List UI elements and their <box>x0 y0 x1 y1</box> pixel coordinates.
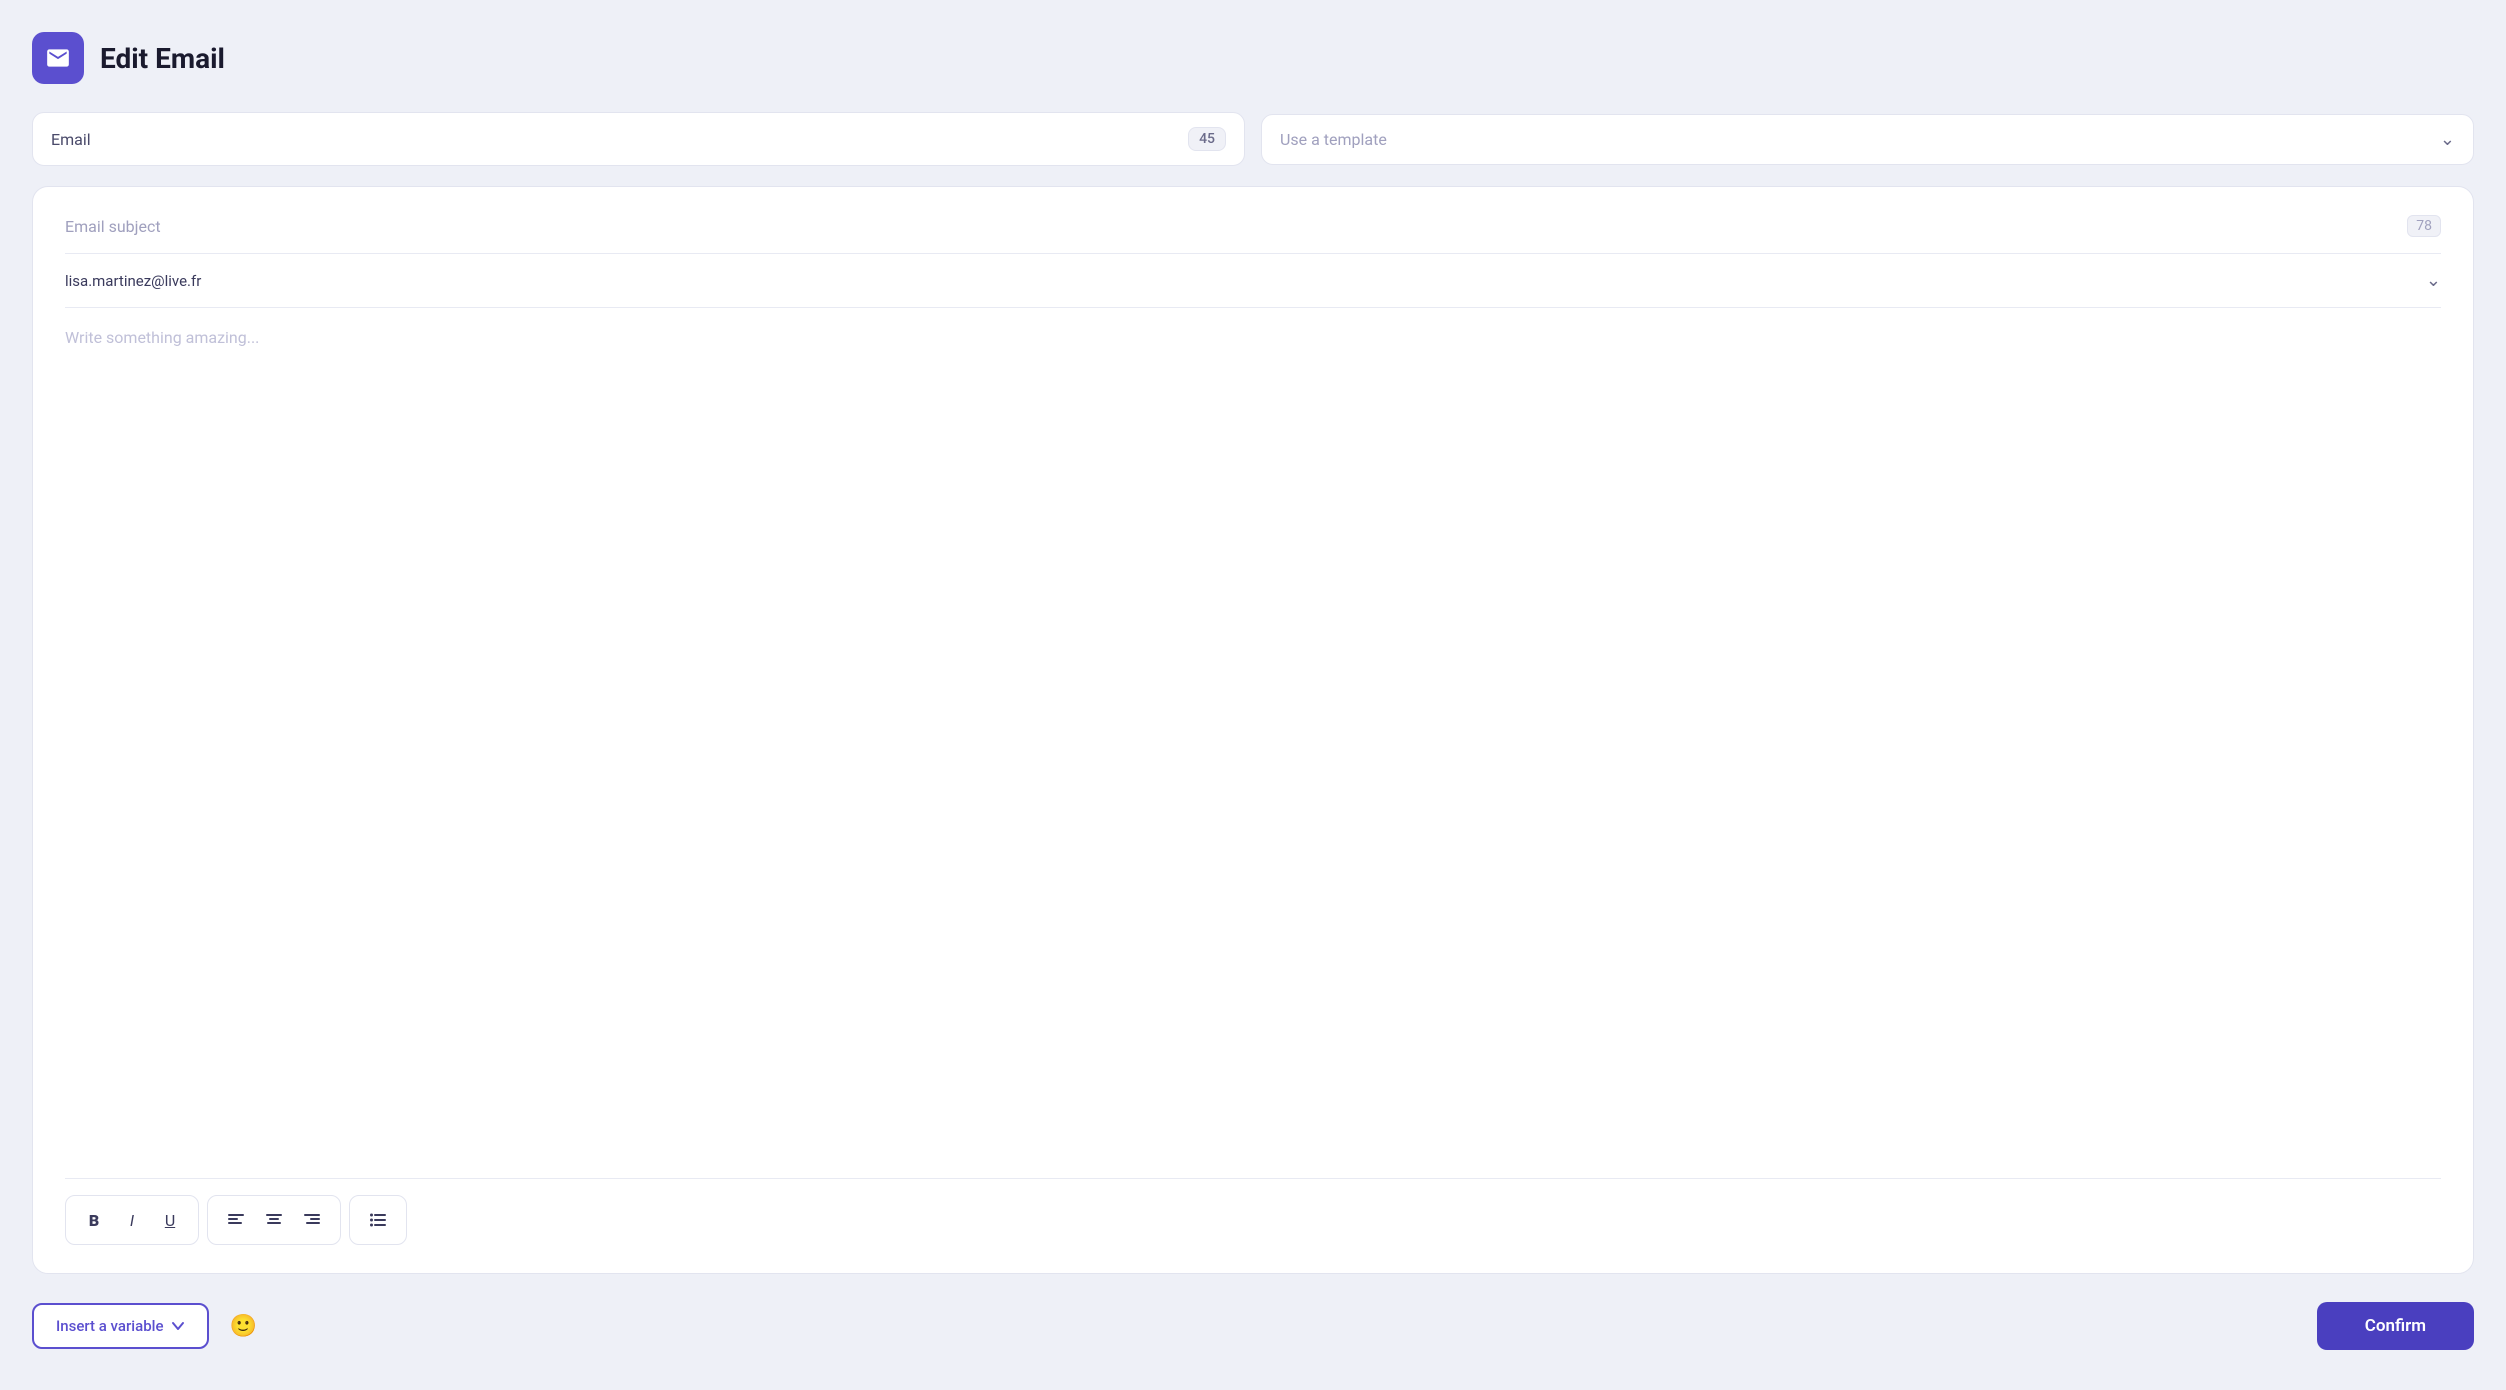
email-count-badge: 45 <box>1188 127 1226 151</box>
editor-card: Email subject 78 lisa.martinez@live.fr ⌄… <box>32 186 2474 1274</box>
list-button[interactable] <box>360 1202 396 1238</box>
emoji-icon: 🙂 <box>230 1314 257 1339</box>
body-placeholder-text: Write something amazing... <box>65 328 259 347</box>
subject-row: Email subject 78 <box>65 215 2441 254</box>
insert-variable-button[interactable]: Insert a variable <box>32 1303 209 1349</box>
align-right-button[interactable] <box>294 1202 330 1238</box>
subject-count: 78 <box>2407 215 2441 237</box>
align-right-icon <box>303 1211 321 1229</box>
bottom-left-actions: Insert a variable 🙂 <box>32 1303 265 1349</box>
recipient-chevron-icon[interactable]: ⌄ <box>2426 270 2441 291</box>
chevron-down-icon: ⌄ <box>2440 129 2455 150</box>
email-label: Email <box>51 130 91 149</box>
confirm-button[interactable]: Confirm <box>2317 1302 2474 1350</box>
email-body-area[interactable]: Write something amazing... <box>65 308 2441 1178</box>
text-format-group: B I U <box>65 1195 199 1245</box>
email-icon <box>45 45 71 71</box>
underline-button[interactable]: U <box>152 1202 188 1238</box>
email-input-wrapper[interactable]: Email 45 <box>32 112 1245 166</box>
align-left-icon <box>227 1211 245 1229</box>
page-header: Edit Email <box>32 32 2474 84</box>
alignment-group <box>207 1195 341 1245</box>
align-left-button[interactable] <box>218 1202 254 1238</box>
emoji-button[interactable]: 🙂 <box>221 1304 265 1348</box>
template-select[interactable]: Use a template ⌄ <box>1261 114 2474 165</box>
bold-button[interactable]: B <box>76 1202 112 1238</box>
recipient-row: lisa.martinez@live.fr ⌄ <box>65 254 2441 308</box>
align-center-button[interactable] <box>256 1202 292 1238</box>
editor-toolbar: B I U <box>65 1178 2441 1245</box>
bottom-bar: Insert a variable 🙂 Confirm <box>32 1294 2474 1358</box>
align-center-icon <box>265 1211 283 1229</box>
chevron-down-small-icon <box>171 1319 185 1333</box>
header-email-icon <box>32 32 84 84</box>
italic-button[interactable]: I <box>114 1202 150 1238</box>
insert-variable-label: Insert a variable <box>56 1317 163 1335</box>
recipient-email: lisa.martinez@live.fr <box>65 272 201 290</box>
template-placeholder-text: Use a template <box>1280 130 1387 149</box>
list-group <box>349 1195 407 1245</box>
subject-placeholder[interactable]: Email subject <box>65 217 161 236</box>
list-icon <box>369 1211 387 1229</box>
top-row: Email 45 Use a template ⌄ <box>32 112 2474 166</box>
page-title: Edit Email <box>100 42 225 75</box>
